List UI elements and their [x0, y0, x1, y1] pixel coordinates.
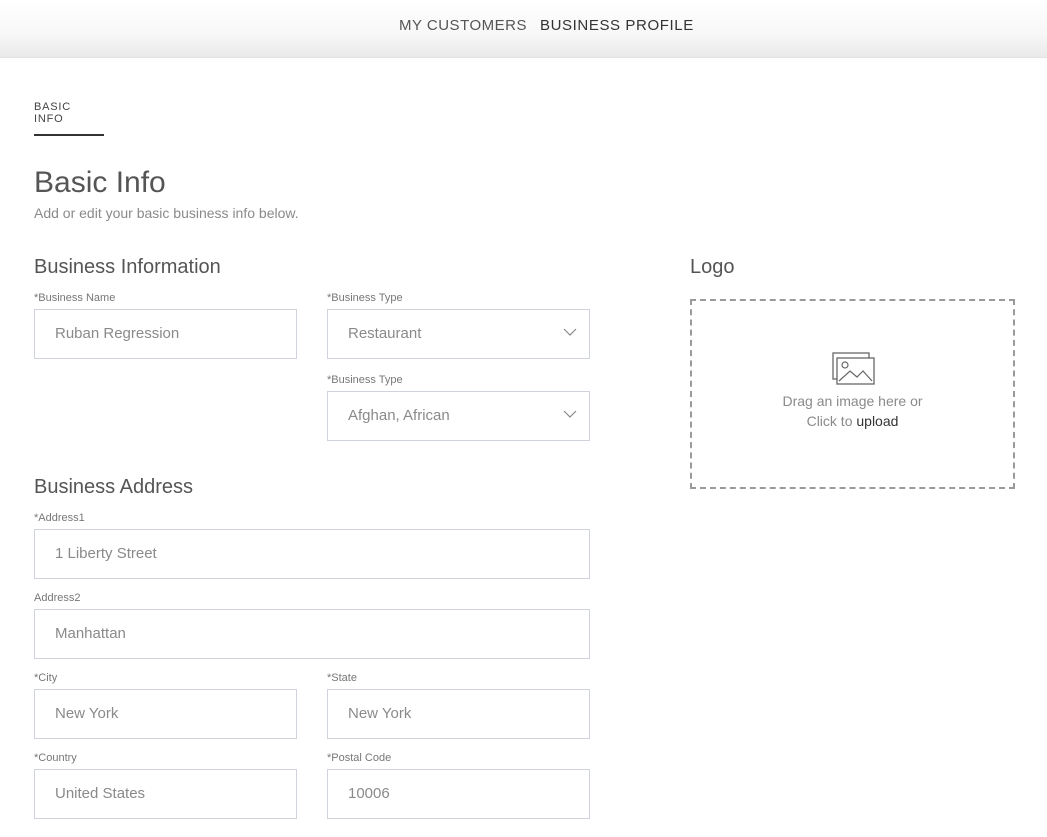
business-type-select[interactable]: Restaurant: [327, 309, 590, 359]
postal-code-label: *Postal Code: [327, 752, 392, 764]
dropzone-instruction: Drag an image here or: [782, 393, 923, 409]
nav-my-customers[interactable]: MY CUSTOMERS: [399, 17, 527, 34]
logo-heading: Logo: [690, 256, 735, 278]
logo-dropzone[interactable]: Drag an image here or Click to upload: [690, 299, 1015, 489]
address1-label: *Address1: [34, 512, 85, 524]
business-name-label: *Business Name: [34, 292, 116, 304]
business-address-heading: Business Address: [34, 476, 193, 498]
dropzone-upload-line: Click to upload: [692, 413, 1013, 429]
chevron-down-icon: [563, 410, 577, 418]
top-navigation: MY CUSTOMERS BUSINESS PROFILE: [0, 0, 1047, 58]
business-subtype-value: Afghan, African: [348, 407, 450, 424]
business-type-label: *Business Type: [327, 292, 403, 304]
chevron-down-icon: [563, 328, 577, 336]
click-to-text: Click to: [806, 413, 853, 429]
country-input[interactable]: United States: [34, 769, 297, 819]
image-icon: [832, 352, 875, 385]
business-name-input[interactable]: Ruban Regression: [34, 309, 297, 359]
address2-label: Address2: [34, 592, 81, 604]
address2-input[interactable]: Manhattan: [34, 609, 590, 659]
page-subtitle: Add or edit your basic business info bel…: [34, 205, 299, 221]
business-subtype-label: *Business Type: [327, 374, 403, 386]
nav-business-profile[interactable]: BUSINESS PROFILE: [540, 17, 694, 34]
postal-code-input[interactable]: 10006: [327, 769, 590, 819]
tab-basic-info[interactable]: BASIC INFO: [34, 101, 104, 136]
state-label: *State: [327, 672, 357, 684]
country-label: *Country: [34, 752, 77, 764]
state-input[interactable]: New York: [327, 689, 590, 739]
upload-link[interactable]: upload: [856, 413, 898, 429]
page-title: Basic Info: [34, 166, 166, 199]
business-subtype-select[interactable]: Afghan, African: [327, 391, 590, 441]
city-input[interactable]: New York: [34, 689, 297, 739]
business-information-heading: Business Information: [34, 256, 221, 278]
city-label: *City: [34, 672, 58, 684]
address1-input[interactable]: 1 Liberty Street: [34, 529, 590, 579]
business-type-value: Restaurant: [348, 325, 422, 342]
